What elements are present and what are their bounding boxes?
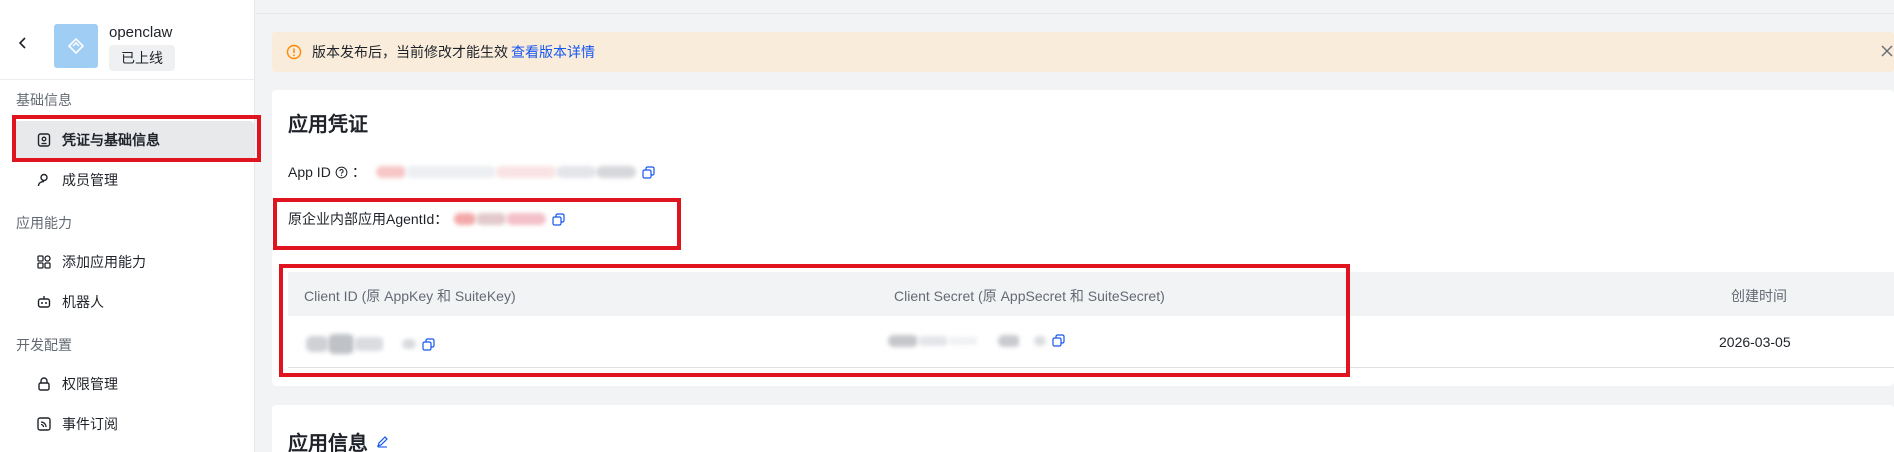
rss-icon — [36, 416, 52, 432]
sidebar-item-events[interactable]: 事件订阅 — [14, 405, 254, 443]
group-label-basic: 基础信息 — [16, 92, 72, 108]
app-logo-icon — [67, 37, 85, 55]
sidebar-item-add-capability[interactable]: 添加应用能力 — [14, 243, 254, 281]
sidebar-item-label: 添加应用能力 — [62, 254, 146, 270]
sidebar: openclaw 已上线 基础信息 凭证与基础信息 成员管理 应用能力 添加应用… — [0, 0, 255, 452]
lock-icon — [36, 376, 52, 392]
robot-icon — [36, 294, 52, 310]
sidebar-item-robot[interactable]: 机器人 — [14, 283, 254, 321]
group-label-capability: 应用能力 — [16, 215, 72, 231]
sidebar-item-label: 事件订阅 — [62, 416, 118, 432]
sidebar-item-label: 权限管理 — [62, 376, 118, 392]
created-date: 2026-03-05 — [1719, 334, 1791, 350]
release-notice: 版本发布后，当前修改才能生效 查看版本详情 — [272, 32, 1894, 72]
app-info-card: 应用信息 — [272, 405, 1894, 452]
sidebar-item-label: 成员管理 — [62, 172, 118, 188]
back-arrow-icon[interactable] — [16, 36, 30, 50]
apps-grid-icon — [36, 254, 52, 270]
credentials-title: 应用凭证 — [288, 114, 368, 136]
highlight-box-agent-id — [273, 198, 681, 250]
highlight-box-sidebar — [12, 115, 261, 162]
view-version-details-link[interactable]: 查看版本详情 — [511, 42, 595, 62]
column-header-created: 创建时间 — [1731, 288, 1787, 304]
sidebar-item-label: 机器人 — [62, 294, 104, 310]
top-strip — [256, 0, 1894, 14]
app-id-value-redacted — [375, 166, 636, 178]
group-label-dev: 开发配置 — [16, 337, 72, 353]
user-icon — [36, 172, 52, 188]
info-warning-icon — [286, 44, 302, 60]
app-header: openclaw 已上线 — [0, 0, 255, 80]
status-badge: 已上线 — [109, 45, 175, 71]
app-logo — [54, 24, 98, 68]
app-id-field: App ID ： — [288, 162, 655, 182]
app-id-colon: ： — [351, 164, 366, 180]
app-id-label: App ID — [288, 164, 331, 180]
copy-icon[interactable] — [642, 165, 655, 179]
app-name: openclaw — [109, 24, 173, 41]
close-icon[interactable] — [1880, 44, 1894, 58]
app-info-title-wrap: 应用信息 — [288, 427, 389, 452]
sidebar-item-members[interactable]: 成员管理 — [14, 161, 254, 199]
highlight-box-client-credentials — [279, 264, 1350, 377]
notice-text: 版本发布后，当前修改才能生效 — [312, 44, 508, 60]
sidebar-item-permissions[interactable]: 权限管理 — [14, 365, 254, 403]
edit-pencil-icon[interactable] — [376, 435, 389, 448]
help-circle-icon[interactable] — [335, 166, 348, 179]
app-info-title: 应用信息 — [288, 433, 368, 452]
